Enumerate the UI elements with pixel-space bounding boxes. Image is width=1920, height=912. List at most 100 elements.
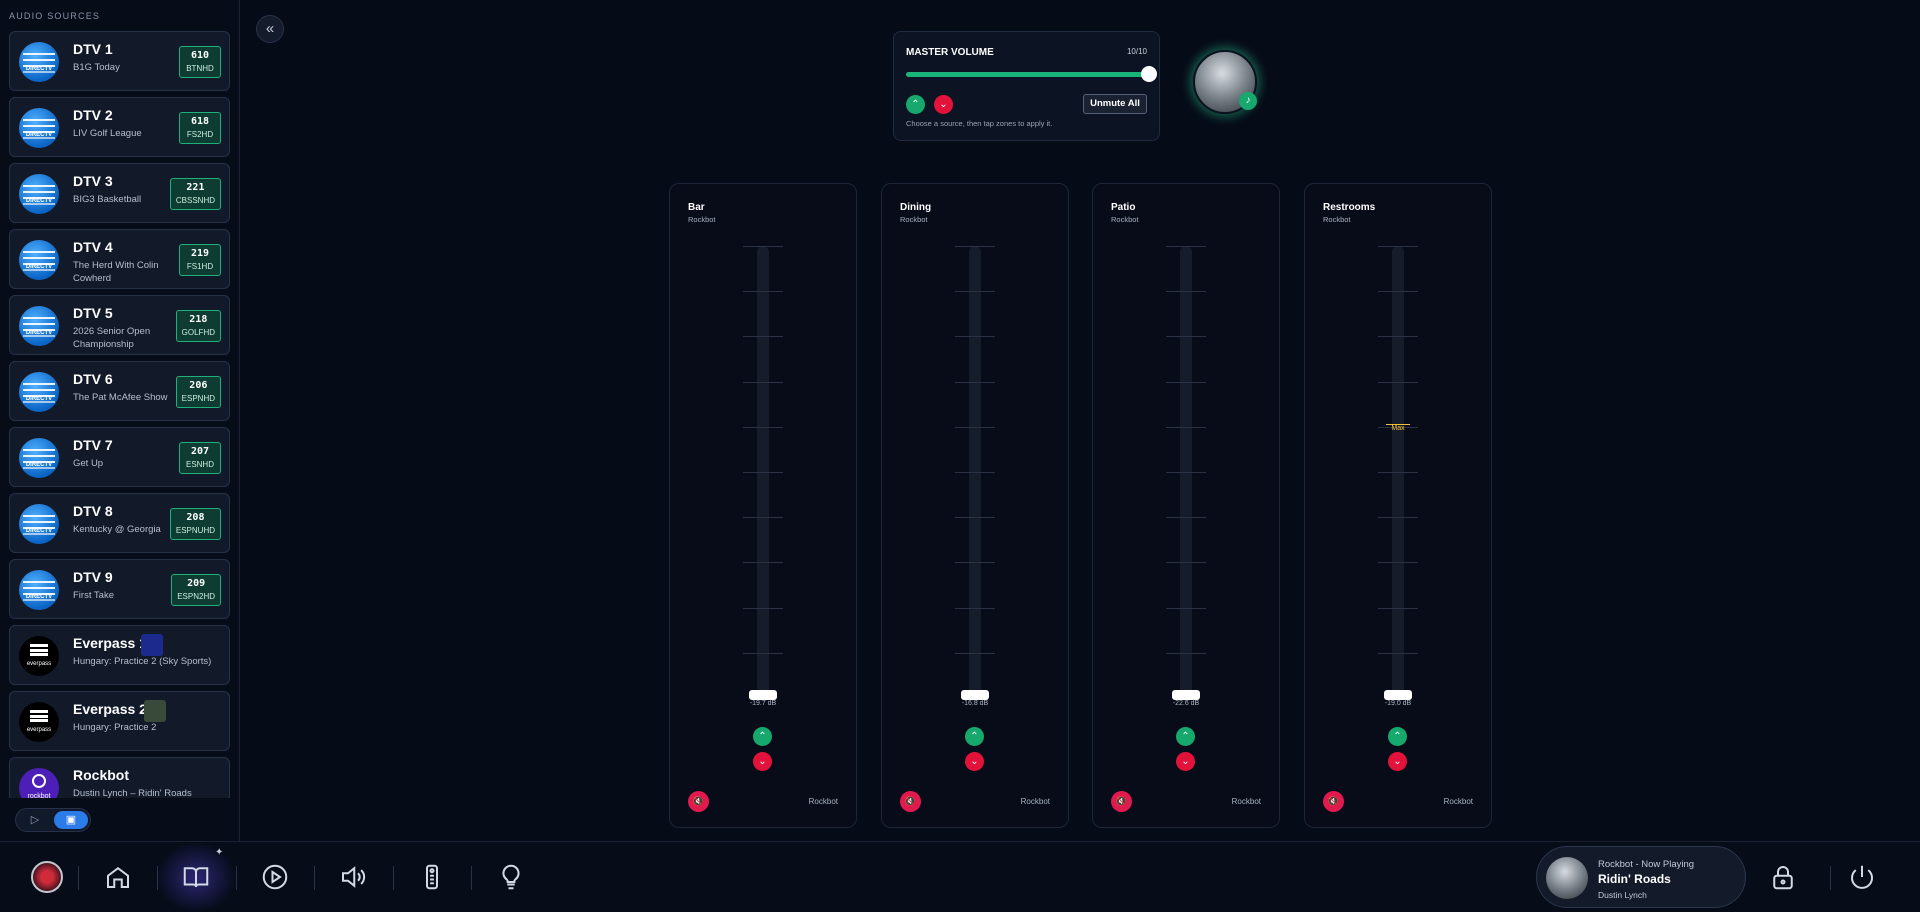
source-card[interactable]: DTV 6 The Pat McAfee Show 206 ESPNHD xyxy=(9,361,230,421)
mute-speaker-icon[interactable]: 🔇 xyxy=(1111,791,1132,812)
book-icon[interactable] xyxy=(181,862,211,892)
audio-sources-title: AUDIO SOURCES xyxy=(9,11,101,21)
zone-card-restrooms[interactable]: Restrooms Rockbot Max -19.0 dB ⌃ ⌄ 🔇 Rockbot xyxy=(1304,183,1492,828)
fader-tick xyxy=(1166,291,1206,292)
mute-speaker-icon[interactable]: 🔇 xyxy=(1323,791,1344,812)
bottom-nav-bar: ✦ Rockbot - Now Playing Ridin' Roads Dus… xyxy=(0,841,1920,912)
lightbulb-icon[interactable] xyxy=(496,862,526,892)
master-volume-hint: Choose a source, then tap zones to apply… xyxy=(906,119,1053,128)
fader-tick xyxy=(743,336,783,337)
fader-tick xyxy=(743,653,783,654)
zone-volume-down-button[interactable]: ⌄ xyxy=(753,752,772,771)
zone-volume-fader[interactable]: -16.8 dB xyxy=(955,246,995,707)
fader-rail[interactable] xyxy=(969,246,981,702)
program-thumbnail xyxy=(144,700,166,722)
source-card[interactable]: everpass Everpass 2 Hungary: Practice 2 xyxy=(9,691,230,751)
fader-handle[interactable] xyxy=(749,690,777,700)
unmute-all-button[interactable]: Unmute All xyxy=(1083,94,1147,114)
zone-volume-down-button[interactable]: ⌄ xyxy=(1176,752,1195,771)
lock-icon[interactable] xyxy=(1768,862,1798,892)
source-card[interactable]: DTV 1 B1G Today 610 BTNHD xyxy=(9,31,230,91)
now-playing-artwork[interactable]: ♪ xyxy=(1193,50,1257,114)
fader-tick xyxy=(1166,517,1206,518)
zone-volume-up-button[interactable]: ⌃ xyxy=(965,727,984,746)
video-view-icon[interactable]: ▷ xyxy=(18,811,52,829)
master-volume-down-button[interactable]: ⌄ xyxy=(934,95,953,114)
sparkle-icon: ✦ xyxy=(215,847,224,858)
source-card[interactable]: rockbot Rockbot Dustin Lynch – Ridin' Road… xyxy=(9,757,230,798)
source-card[interactable]: DTV 7 Get Up 207 ESNHD xyxy=(9,427,230,487)
zone-volume-down-button[interactable]: ⌄ xyxy=(1388,752,1407,771)
directv-logo-icon xyxy=(19,306,59,346)
fader-handle[interactable] xyxy=(1384,690,1412,700)
source-program: First Take xyxy=(73,590,115,601)
image-view-icon[interactable]: ▣ xyxy=(54,811,88,829)
master-volume-slider[interactable] xyxy=(906,66,1157,82)
master-volume-knob[interactable] xyxy=(1141,66,1157,82)
zone-volume-fader[interactable]: Max -19.0 dB xyxy=(1378,246,1418,707)
fader-tick xyxy=(955,653,995,654)
venue-logo[interactable] xyxy=(31,861,63,893)
speaker-icon[interactable] xyxy=(338,862,368,892)
channel-number: 219 xyxy=(190,248,210,259)
max-marker: Max xyxy=(1386,424,1410,432)
source-name: DTV 1 xyxy=(73,41,113,57)
fader-tick xyxy=(1378,608,1418,609)
fader-rail[interactable] xyxy=(1180,246,1192,702)
source-card[interactable]: everpass Everpass 1 Hungary: Practice 2 (S… xyxy=(9,625,230,685)
zone-card-bar[interactable]: Bar Rockbot -19.7 dB ⌃ ⌄ 🔇 Rockbot xyxy=(669,183,857,828)
fader-tick xyxy=(1378,472,1418,473)
now-playing-pill[interactable]: Rockbot - Now Playing Ridin' Roads Dusti… xyxy=(1536,846,1746,908)
fader-tick xyxy=(955,246,995,247)
source-name: DTV 6 xyxy=(73,371,113,387)
channel-callsign: BTNHD xyxy=(186,64,214,73)
source-name: DTV 7 xyxy=(73,437,113,453)
fader-tick xyxy=(1378,653,1418,654)
fader-tick xyxy=(1166,472,1206,473)
zone-volume-up-button[interactable]: ⌃ xyxy=(1176,727,1195,746)
source-card[interactable]: DTV 9 First Take 209 ESPN2HD xyxy=(9,559,230,619)
fader-rail[interactable] xyxy=(757,246,769,702)
view-mode-toggle[interactable]: ▷ ▣ xyxy=(15,808,91,832)
fader-tick xyxy=(1378,562,1418,563)
source-program: Hungary: Practice 2 xyxy=(73,722,157,733)
zone-card-patio[interactable]: Patio Rockbot -22.6 dB ⌃ ⌄ 🔇 Rockbot xyxy=(1092,183,1280,828)
source-program: LIV Golf League xyxy=(73,128,142,139)
zone-volume-up-button[interactable]: ⌃ xyxy=(1388,727,1407,746)
fader-tick xyxy=(1378,382,1418,383)
source-card[interactable]: DTV 8 Kentucky @ Georgia 208 ESPNUHD xyxy=(9,493,230,553)
power-icon[interactable] xyxy=(1847,862,1877,892)
zone-volume-up-button[interactable]: ⌃ xyxy=(753,727,772,746)
zone-source: Rockbot xyxy=(900,215,928,224)
home-icon[interactable] xyxy=(103,862,133,892)
mute-speaker-icon[interactable]: 🔇 xyxy=(900,791,921,812)
source-card[interactable]: DTV 2 LIV Golf League 618 FS2HD xyxy=(9,97,230,157)
source-program: Get Up xyxy=(73,458,104,469)
zone-volume-down-button[interactable]: ⌄ xyxy=(965,752,984,771)
collapse-sidebar-button[interactable]: « xyxy=(256,15,284,43)
fader-rail[interactable] xyxy=(1392,246,1404,702)
channel-badge: 208 ESPNUHD xyxy=(169,508,221,540)
source-name: DTV 5 xyxy=(73,305,113,321)
source-card[interactable]: DTV 3 BIG3 Basketball 221 CBSSNHD xyxy=(9,163,230,223)
directv-logo-icon xyxy=(19,240,59,280)
source-card[interactable]: DTV 5 2026 Senior Open Championship 218 GOL… xyxy=(9,295,230,355)
fader-handle[interactable] xyxy=(1172,690,1200,700)
remote-icon[interactable] xyxy=(417,862,447,892)
fader-tick xyxy=(955,562,995,563)
now-playing-source: Rockbot - Now Playing xyxy=(1598,859,1695,870)
fader-tick xyxy=(743,427,783,428)
zone-card-dining[interactable]: Dining Rockbot -16.8 dB ⌃ ⌄ 🔇 Rockbot xyxy=(881,183,1069,828)
mute-speaker-icon[interactable]: 🔇 xyxy=(688,791,709,812)
channel-badge: 219 FS1HD xyxy=(179,244,221,276)
play-icon[interactable] xyxy=(260,862,290,892)
fader-tick xyxy=(955,336,995,337)
source-list[interactable]: DTV 1 B1G Today 610 BTNHD DTV 2 LIV Golf Leag… xyxy=(9,31,230,798)
source-card[interactable]: DTV 4 The Herd With Colin Cowherd 219 FS1HD xyxy=(9,229,230,289)
zone-volume-fader[interactable]: -19.7 dB xyxy=(743,246,783,707)
zone-volume-fader[interactable]: -22.6 dB xyxy=(1166,246,1206,707)
channel-number: 208 xyxy=(186,512,205,523)
master-volume-up-button[interactable]: ⌃ xyxy=(906,95,925,114)
fader-handle[interactable] xyxy=(961,690,989,700)
fader-tick xyxy=(1166,608,1206,609)
